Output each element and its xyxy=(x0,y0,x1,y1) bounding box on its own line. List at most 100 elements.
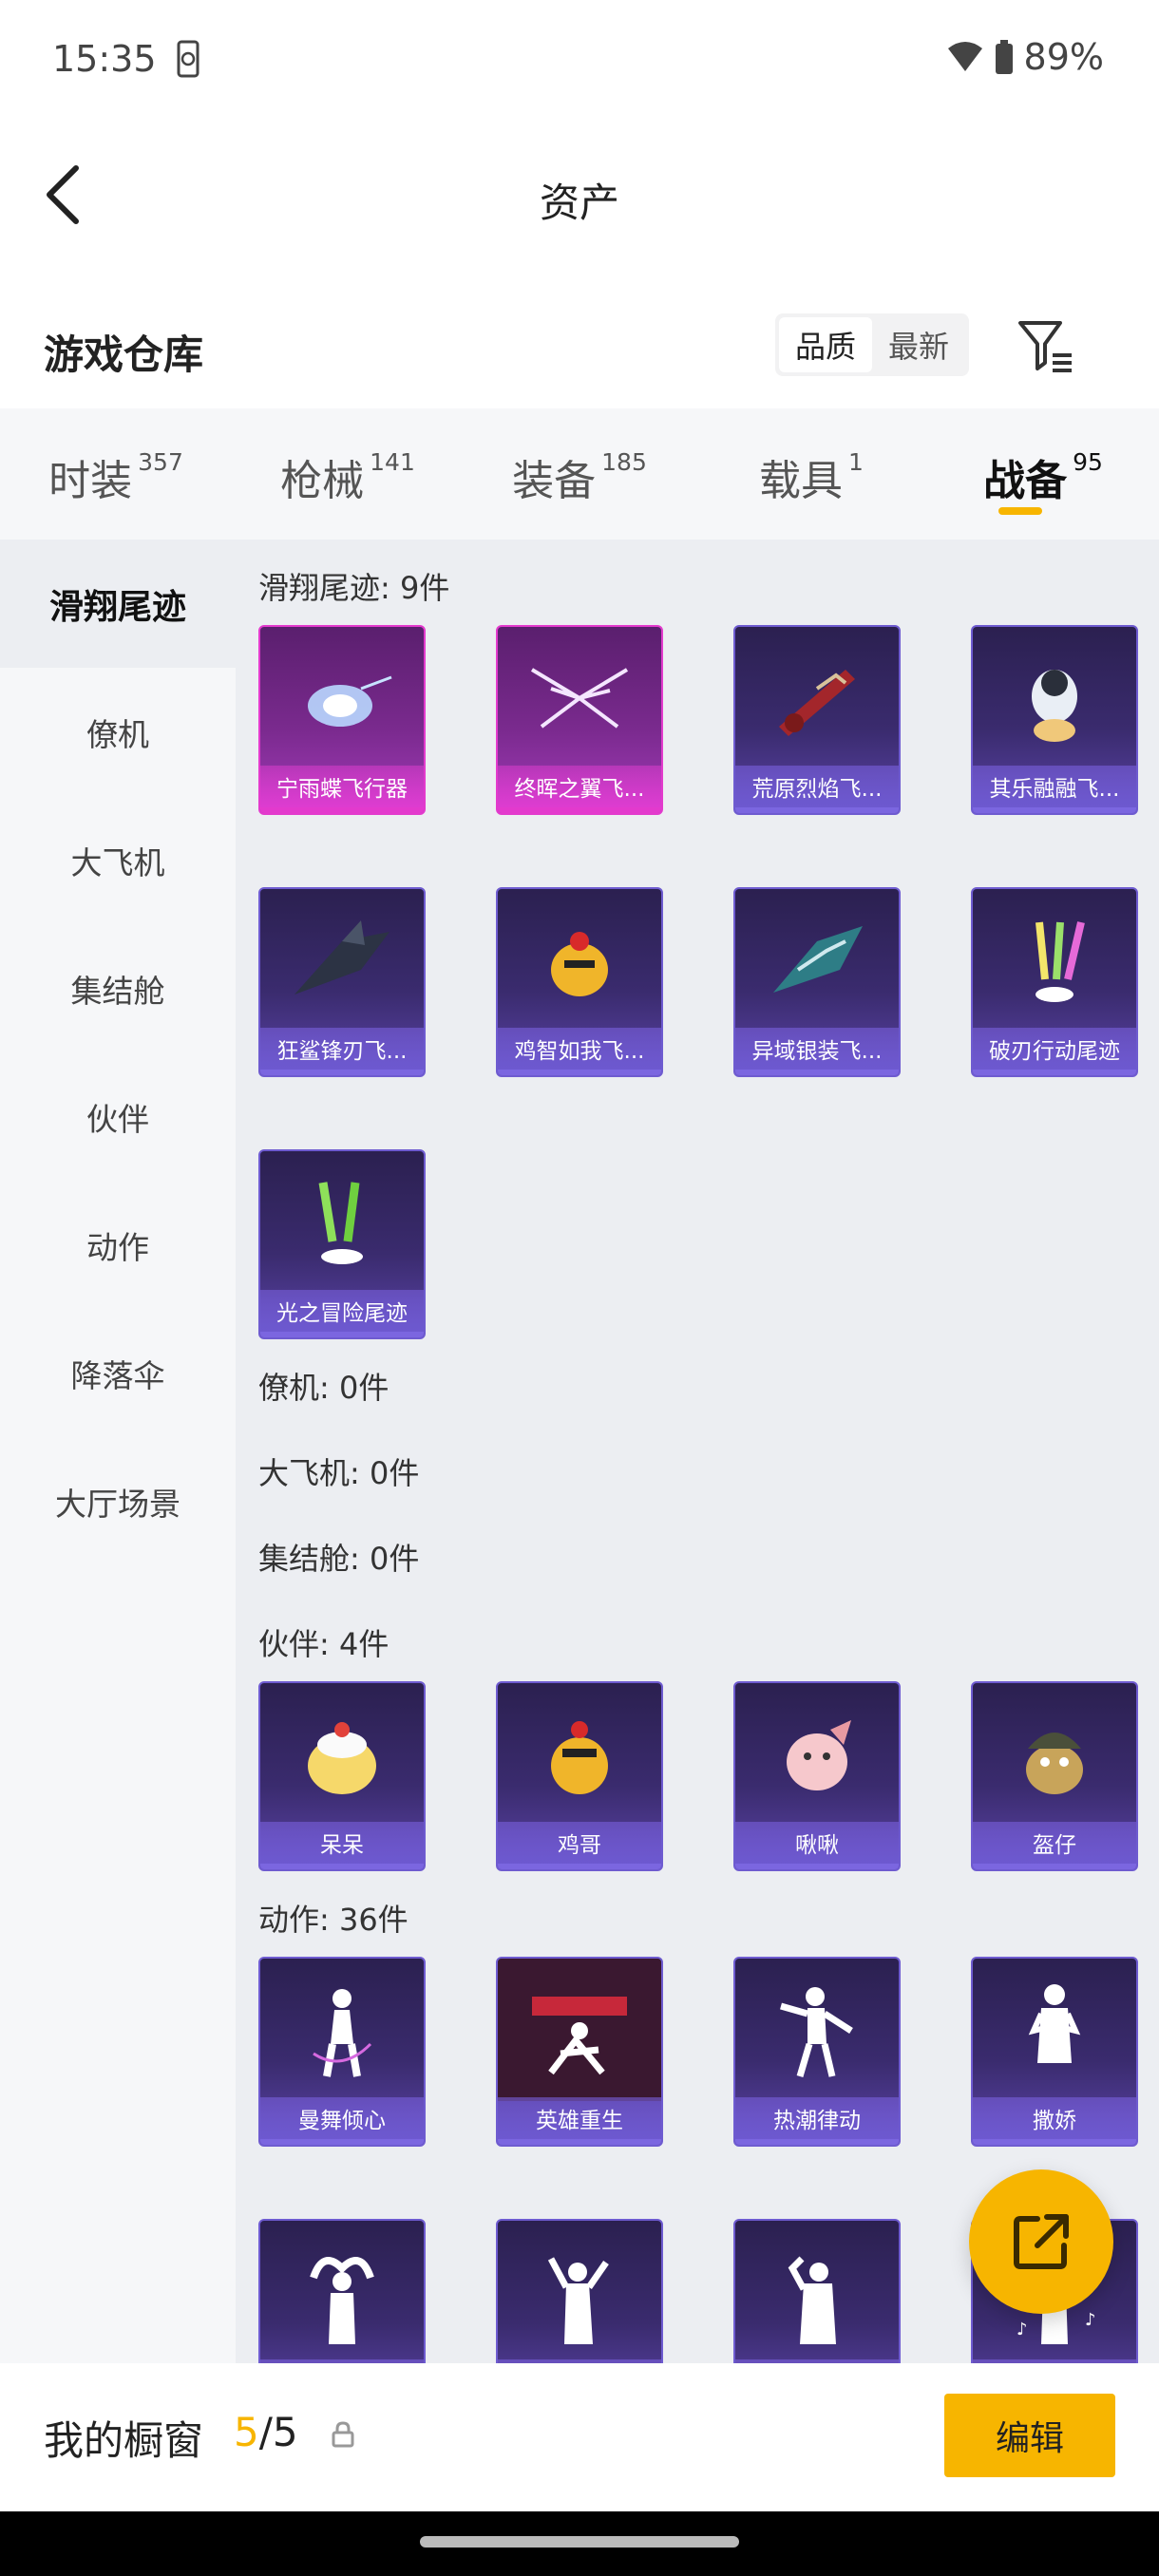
sidebar-item-glide-trail[interactable]: 滑翔尾迹 xyxy=(0,540,236,668)
showcase-label: 我的橱窗 xyxy=(44,2417,204,2464)
card-rarity-bar xyxy=(735,1864,899,1869)
item-name: 英雄重生 xyxy=(498,2097,661,2139)
section-header: 集结舱: 0件 xyxy=(258,1541,420,1577)
filter-button[interactable] xyxy=(1016,317,1075,374)
warehouse-title: 游戏仓库 xyxy=(44,331,204,378)
tab-label: 载具 xyxy=(759,457,844,505)
tab-count: 95 xyxy=(1073,448,1103,476)
tab-guns[interactable]: 枪械 141 xyxy=(232,408,464,540)
item-card[interactable]: 英雄重生 xyxy=(496,1957,663,2147)
item-card[interactable]: 异域银装飞... xyxy=(733,887,901,1077)
sort-newest-button[interactable]: 最新 xyxy=(872,317,965,372)
tab-fashion[interactable]: 时装 357 xyxy=(0,408,232,540)
tab-vehicles[interactable]: 载具 1 xyxy=(695,408,927,540)
item-card[interactable]: 光之冒险尾迹 xyxy=(258,1149,426,1339)
tab-count: 1 xyxy=(848,448,864,476)
svg-text:♪: ♪ xyxy=(1085,2310,1096,2330)
sidebar-item-plane[interactable]: 大飞机 xyxy=(0,796,236,924)
page-title: 资产 xyxy=(539,180,619,226)
item-image xyxy=(973,627,1136,769)
header: 资产 xyxy=(0,114,1159,275)
content-area[interactable]: 滑翔尾迹 僚机 大飞机 集结舱 伙伴 动作 降落伞 大厅场景 滑翔尾迹: 9件 … xyxy=(0,540,1159,2363)
tab-label: 战备 xyxy=(983,457,1068,505)
tab-count: 357 xyxy=(138,448,183,476)
sidebar-item-parachute[interactable]: 降落伞 xyxy=(0,1309,236,1437)
item-name: 撒娇 xyxy=(973,2097,1136,2139)
item-card[interactable] xyxy=(733,2219,901,2363)
card-rarity-bar xyxy=(973,2139,1136,2145)
item-image xyxy=(973,1683,1136,1826)
item-card[interactable]: 啾啾 xyxy=(733,1681,901,1871)
item-name: 光之冒险尾迹 xyxy=(260,1290,424,1332)
section-header: 大飞机: 0件 xyxy=(258,1455,420,1491)
item-image xyxy=(260,1683,424,1826)
tab-readiness[interactable]: 战备 95 xyxy=(927,408,1159,540)
item-image xyxy=(498,2221,661,2363)
sidebar-item-emote[interactable]: 动作 xyxy=(0,1181,236,1309)
svg-text:♪: ♪ xyxy=(1016,2320,1028,2339)
card-rarity-bar xyxy=(260,1070,424,1075)
item-card[interactable]: 撒娇 xyxy=(971,1957,1138,2147)
item-card[interactable]: 终晖之翼飞... xyxy=(496,625,663,815)
tab-equipment[interactable]: 装备 185 xyxy=(464,408,695,540)
item-image xyxy=(498,1959,661,2101)
sidebar: 滑翔尾迹 僚机 大飞机 集结舱 伙伴 动作 降落伞 大厅场景 xyxy=(0,540,236,2363)
item-image xyxy=(973,1959,1136,2101)
item-card[interactable] xyxy=(258,2219,426,2363)
item-card[interactable]: 热潮律动 xyxy=(733,1957,901,2147)
item-name: 盔仔 xyxy=(973,1822,1136,1864)
item-card[interactable]: 宁雨蝶飞行器 xyxy=(258,625,426,815)
item-image xyxy=(735,2221,899,2363)
item-name: 破刃行动尾迹 xyxy=(973,1028,1136,1070)
item-image xyxy=(260,1959,424,2101)
item-card[interactable]: 破刃行动尾迹 xyxy=(971,887,1138,1077)
item-card[interactable]: 曼舞倾心 xyxy=(258,1957,426,2147)
item-card[interactable]: 荒原烈焰飞... xyxy=(733,625,901,815)
filter-icon xyxy=(1018,321,1072,372)
item-name: 呆呆 xyxy=(260,1822,424,1864)
item-card[interactable]: 狂鲨锋刃飞... xyxy=(258,887,426,1077)
section-header: 滑翔尾迹: 9件 xyxy=(258,570,450,606)
item-name: 终晖之翼飞... xyxy=(498,766,661,807)
item-image xyxy=(735,1683,899,1826)
item-image xyxy=(735,627,899,769)
item-name: 宁雨蝶飞行器 xyxy=(260,766,424,807)
showcase-used: 5 xyxy=(234,2409,259,2455)
item-image xyxy=(260,2221,424,2363)
card-rarity-bar xyxy=(498,807,661,813)
card-rarity-bar xyxy=(973,807,1136,813)
edit-button[interactable]: 编辑 xyxy=(944,2394,1115,2477)
status-bar: 15:35 89% xyxy=(0,0,1159,114)
home-indicator[interactable] xyxy=(420,2536,739,2548)
item-card[interactable]: 鸡智如我飞... xyxy=(496,887,663,1077)
battery-icon xyxy=(995,40,1013,74)
card-rarity-bar xyxy=(498,1864,661,1869)
section-header: 动作: 36件 xyxy=(258,1902,408,1938)
item-card[interactable]: 呆呆 xyxy=(258,1681,426,1871)
item-image xyxy=(498,627,661,769)
item-name: 热潮律动 xyxy=(735,2097,899,2139)
item-card[interactable] xyxy=(496,2219,663,2363)
item-image xyxy=(735,1959,899,2101)
section-header: 僚机: 0件 xyxy=(258,1370,390,1406)
sidebar-item-lobby-scene[interactable]: 大厅场景 xyxy=(0,1437,236,1565)
item-image xyxy=(973,889,1136,1032)
sidebar-item-wingman[interactable]: 僚机 xyxy=(0,668,236,796)
sort-quality-button[interactable]: 品质 xyxy=(779,317,872,372)
item-card[interactable]: 盔仔 xyxy=(971,1681,1138,1871)
item-name: 异域银装飞... xyxy=(735,1028,899,1070)
card-rarity-bar xyxy=(260,1332,424,1337)
sidebar-item-pod[interactable]: 集结舱 xyxy=(0,924,236,1052)
item-card[interactable]: 鸡哥 xyxy=(496,1681,663,1871)
item-name: 其乐融融飞... xyxy=(973,766,1136,807)
item-card[interactable]: 其乐融融飞... xyxy=(971,625,1138,815)
item-image xyxy=(260,889,424,1032)
sort-toggle: 品质 最新 xyxy=(775,313,969,376)
share-button[interactable] xyxy=(969,2169,1113,2314)
card-rarity-bar xyxy=(735,2139,899,2145)
status-right: 89% xyxy=(946,36,1104,78)
sidebar-item-partner[interactable]: 伙伴 xyxy=(0,1052,236,1181)
tab-label: 枪械 xyxy=(280,457,365,505)
wifi-icon xyxy=(947,42,982,71)
tab-count: 141 xyxy=(370,448,415,476)
